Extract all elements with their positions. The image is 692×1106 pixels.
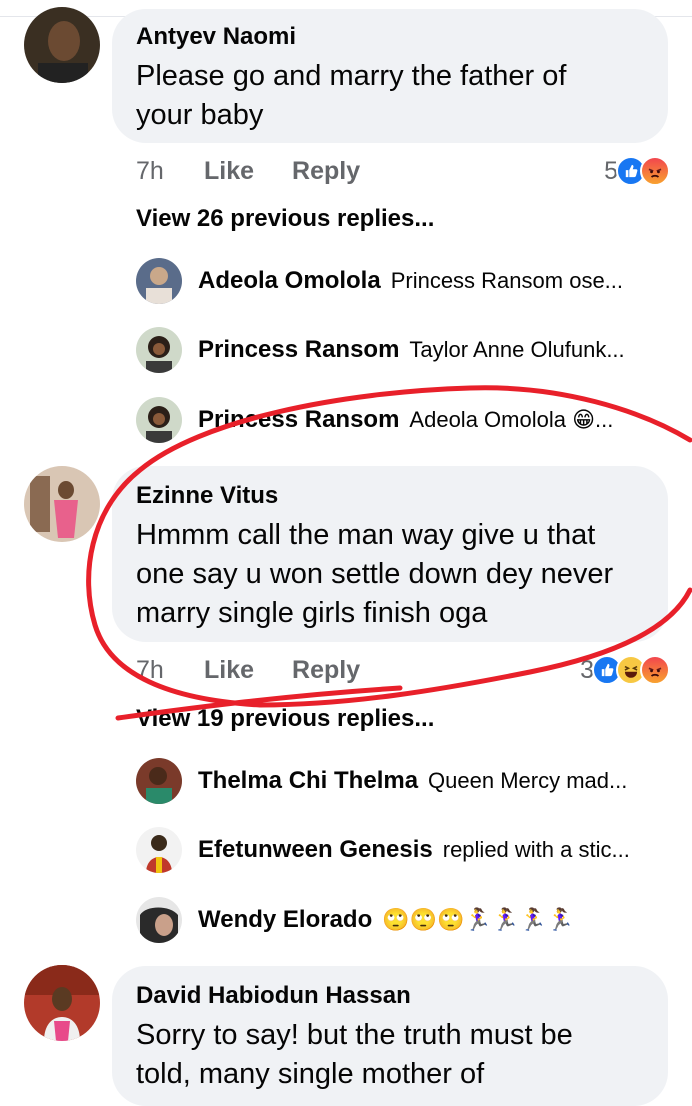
like-button[interactable]: Like xyxy=(204,656,254,685)
comment-author[interactable]: David Habiodun Hassan xyxy=(136,982,644,1010)
reply-item[interactable]: Princess Ransom Adeola Omolola 😁... xyxy=(136,397,676,443)
reply-text: Adeola Omolola 😁... xyxy=(409,407,614,432)
reply-author[interactable]: Efetunween Genesis xyxy=(198,836,433,864)
reply-emoji-text: 🙄🙄🙄🏃‍♀️🏃‍♀️🏃‍♀️🏃‍♀️ xyxy=(382,907,574,932)
reply-item[interactable]: Wendy Elorado 🙄🙄🙄🏃‍♀️🏃‍♀️🏃‍♀️🏃‍♀️ xyxy=(136,897,676,943)
comment-author[interactable]: Antyev Naomi xyxy=(136,23,644,51)
reply-author[interactable]: Thelma Chi Thelma xyxy=(198,767,418,795)
comment-actions: 7h Like Reply xyxy=(136,153,398,189)
reply-button[interactable]: Reply xyxy=(292,157,360,186)
avatar[interactable] xyxy=(24,965,100,1041)
reply-button[interactable]: Reply xyxy=(292,656,360,685)
timestamp[interactable]: 7h xyxy=(136,157,204,186)
comment-bubble: Ezinne Vitus Hmmm call the man way give … xyxy=(112,466,668,642)
comment-actions: 7h Like Reply xyxy=(136,652,398,688)
avatar[interactable] xyxy=(136,897,182,943)
reply-text: Taylor Anne Olufunk... xyxy=(409,337,625,362)
comment-text: Hmmm call the man way give u that one sa… xyxy=(136,519,614,629)
angry-icon xyxy=(640,655,670,685)
comment-author[interactable]: Ezinne Vitus xyxy=(136,482,644,510)
avatar[interactable] xyxy=(136,397,182,443)
view-previous-replies[interactable]: View 26 previous replies... xyxy=(136,205,434,233)
comment-text: Please go and marry the father of your b… xyxy=(136,60,567,131)
reply-item[interactable]: Efetunween Genesis replied with a stic..… xyxy=(136,827,676,873)
reply-text: Princess Ransom ose... xyxy=(390,268,624,293)
avatar[interactable] xyxy=(24,7,100,83)
reply-text: Queen Mercy mad... xyxy=(428,768,628,793)
reply-item[interactable]: Thelma Chi Thelma Queen Mercy mad... xyxy=(136,758,676,804)
comment-text: Sorry to say! but the truth must be told… xyxy=(136,1019,573,1090)
reaction-summary[interactable]: 3 xyxy=(580,652,670,688)
reply-text: replied with a stic... xyxy=(442,837,630,862)
timestamp[interactable]: 7h xyxy=(136,656,204,685)
avatar[interactable] xyxy=(136,827,182,873)
reply-item[interactable]: Adeola Omolola Princess Ransom ose... xyxy=(136,258,676,304)
reply-item[interactable]: Princess Ransom Taylor Anne Olufunk... xyxy=(136,327,676,373)
avatar[interactable] xyxy=(24,466,100,542)
angry-icon xyxy=(640,156,670,186)
like-button[interactable]: Like xyxy=(204,157,254,186)
reply-author[interactable]: Adeola Omolola xyxy=(198,267,381,295)
avatar[interactable] xyxy=(136,258,182,304)
avatar[interactable] xyxy=(136,327,182,373)
avatar[interactable] xyxy=(136,758,182,804)
comment-bubble: David Habiodun Hassan Sorry to say! but … xyxy=(112,966,668,1106)
reaction-summary[interactable]: 5 xyxy=(604,153,670,189)
reply-author[interactable]: Princess Ransom xyxy=(198,336,399,364)
comment-bubble: Antyev Naomi Please go and marry the fat… xyxy=(112,9,668,143)
reply-author[interactable]: Wendy Elorado xyxy=(198,906,372,934)
reply-author[interactable]: Princess Ransom xyxy=(198,406,399,434)
view-previous-replies[interactable]: View 19 previous replies... xyxy=(136,705,434,733)
